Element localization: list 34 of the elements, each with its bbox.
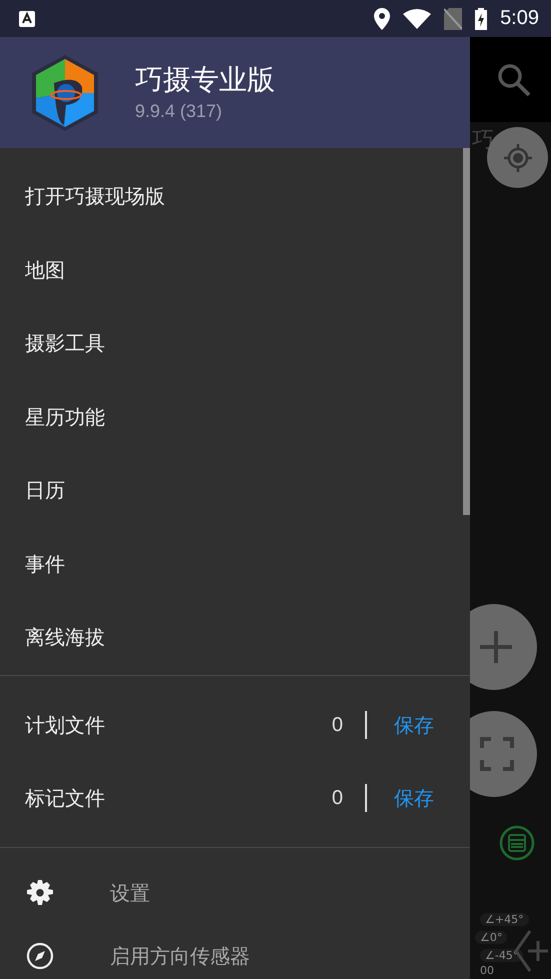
- menu-item[interactable]: 地图: [0, 234, 463, 307]
- accessibility-icon: [19, 10, 35, 26]
- file-label: 计划文件: [25, 712, 106, 738]
- crosshair-icon: [502, 142, 532, 172]
- file-label: 标记文件: [25, 784, 106, 812]
- search-icon[interactable]: [496, 62, 532, 98]
- menu-item[interactable]: 日历: [0, 454, 463, 528]
- save-link[interactable]: 保存: [394, 784, 434, 812]
- menu-item[interactable]: 事件: [0, 528, 463, 601]
- location-icon: [374, 8, 390, 30]
- angle-label: ∠+45°: [480, 913, 529, 926]
- scrollbar[interactable]: [463, 148, 470, 515]
- menu-item[interactable]: 打开巧摄现场版: [0, 160, 463, 234]
- save-link[interactable]: 保存: [394, 712, 434, 738]
- no-sim-icon: [444, 8, 462, 30]
- settings-icon: [26, 879, 54, 907]
- angle-label: ∠0°: [475, 931, 508, 944]
- menu-item[interactable]: 星历功能: [0, 380, 463, 454]
- menu-item[interactable]: 离线海拔: [0, 601, 463, 674]
- app-version: 9.9.4 (317): [135, 101, 224, 122]
- menu-item[interactable]: 摄影工具: [0, 307, 463, 380]
- calendar-icon[interactable]: [499, 825, 535, 861]
- settings-label[interactable]: 启用方向传感器: [110, 942, 250, 970]
- file-count: 0: [332, 714, 343, 736]
- plus-icon: [478, 629, 514, 665]
- angle-value: 00: [480, 965, 494, 977]
- battery-icon: [475, 8, 488, 30]
- settings-label[interactable]: 设置: [110, 880, 150, 906]
- fullscreen-icon: [480, 737, 514, 771]
- app-title: 巧摄专业版: [135, 63, 275, 97]
- clock-time: 5:09: [500, 7, 539, 30]
- wifi-icon: [403, 8, 432, 28]
- file-count: 0: [332, 786, 343, 810]
- compass-icon: [26, 942, 54, 970]
